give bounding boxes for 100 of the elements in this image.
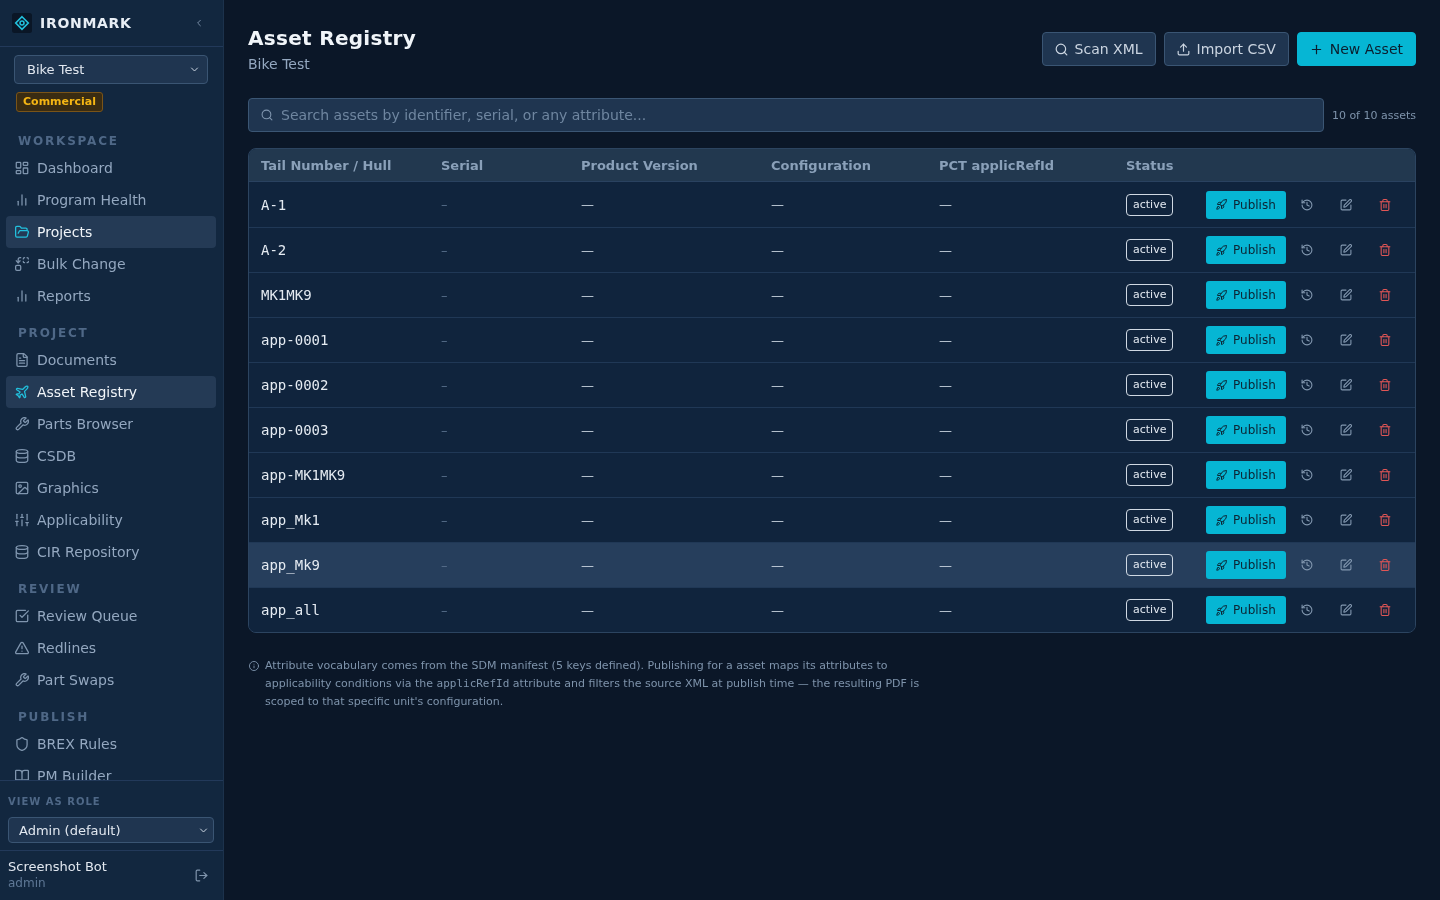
history-icon[interactable]: [1300, 334, 1313, 346]
publish-button[interactable]: Publish: [1206, 461, 1286, 489]
column-header: Product Version: [581, 157, 698, 173]
table-cell: —: [581, 467, 594, 483]
table-cell: —: [771, 422, 784, 438]
status-badge: active: [1126, 193, 1174, 216]
trash-icon[interactable]: [1378, 424, 1391, 436]
trash-icon[interactable]: [1378, 559, 1391, 571]
table-cell: —: [581, 197, 594, 212]
edit-icon[interactable]: [1339, 514, 1352, 526]
chevron-left-icon[interactable]: [194, 18, 204, 28]
edit-icon[interactable]: [1339, 379, 1352, 391]
trash-icon[interactable]: [1378, 514, 1391, 526]
table-cell: —: [939, 512, 952, 528]
sidebar-item[interactable]: Review Queue: [6, 600, 216, 632]
sidebar-item[interactable]: Dashboard: [6, 152, 216, 184]
status-badge: active: [1126, 239, 1174, 261]
history-icon[interactable]: [1300, 289, 1313, 301]
sidebar-item[interactable]: CSDB: [6, 440, 216, 472]
check-square-icon: [15, 609, 29, 623]
edit-icon[interactable]: [1339, 289, 1352, 301]
sidebar-item[interactable]: Part Swaps: [6, 664, 216, 696]
edit-icon[interactable]: [1339, 198, 1352, 211]
table-cell: —: [771, 602, 784, 618]
sidebar-item[interactable]: Documents: [6, 344, 216, 376]
sidebar-item[interactable]: BREX Rules: [6, 728, 216, 760]
new-asset-button[interactable]: New Asset: [1296, 32, 1416, 66]
edit-icon[interactable]: [1339, 424, 1352, 436]
column-header: Serial: [441, 157, 484, 173]
table-cell: app-0003: [261, 422, 329, 438]
trash-icon[interactable]: [1378, 334, 1391, 346]
sidebar-item[interactable]: Asset Registry: [6, 376, 216, 408]
trash-icon[interactable]: [1378, 244, 1391, 256]
brand-name: IRONMARK: [40, 15, 132, 31]
history-icon[interactable]: [1300, 514, 1313, 526]
sidebar-item[interactable]: Graphics: [6, 472, 216, 504]
edit-icon[interactable]: [1339, 604, 1352, 616]
table-cell: —: [939, 557, 952, 573]
publish-button[interactable]: Publish: [1206, 551, 1286, 579]
publish-button[interactable]: Publish: [1206, 326, 1286, 354]
table-cell: —: [939, 242, 952, 258]
sidebar-item[interactable]: Reports: [6, 280, 216, 312]
role-select[interactable]: Admin (default): [8, 817, 214, 843]
column-header: Tail Number / Hull: [261, 157, 392, 173]
trash-icon[interactable]: [1378, 289, 1391, 301]
edit-icon[interactable]: [1339, 469, 1352, 481]
history-icon[interactable]: [1300, 604, 1313, 616]
edit-icon[interactable]: [1339, 559, 1352, 571]
table-cell: –: [441, 197, 448, 212]
book-icon: [15, 769, 29, 780]
table-cell: app-0002: [261, 377, 329, 393]
history-icon[interactable]: [1300, 244, 1313, 256]
image-icon: [15, 481, 29, 495]
sidebar-item[interactable]: Parts Browser: [6, 408, 216, 440]
status-badge: active: [1126, 464, 1174, 486]
logo-icon: [12, 13, 32, 33]
sidebar-item[interactable]: Redlines: [6, 632, 216, 664]
history-icon[interactable]: [1300, 379, 1313, 391]
table-cell: —: [581, 557, 594, 573]
sidebar-item[interactable]: Bulk Change: [6, 248, 216, 280]
import-button[interactable]: Import CSV: [1163, 32, 1289, 66]
table-cell: —: [939, 467, 952, 483]
column-header: Status: [1126, 157, 1174, 173]
edit-icon[interactable]: [1339, 334, 1352, 346]
publish-button[interactable]: Publish: [1206, 281, 1286, 309]
project-select[interactable]: Bike Test: [14, 55, 208, 84]
history-icon[interactable]: [1300, 198, 1313, 211]
column-header: Configuration: [771, 157, 871, 173]
sidebar-item[interactable]: Applicability: [6, 504, 216, 536]
publish-button[interactable]: Publish: [1206, 190, 1286, 219]
history-icon[interactable]: [1300, 469, 1313, 481]
sidebar-item[interactable]: Program Health: [6, 184, 216, 216]
search-field[interactable]: Search assets by identifier, serial, or any attribute...: [248, 98, 1324, 132]
grid-icon: [15, 161, 29, 175]
table-cell: –: [441, 332, 448, 348]
trash-icon[interactable]: [1378, 198, 1391, 211]
upload-icon: [1176, 42, 1190, 56]
publish-button[interactable]: Publish: [1206, 416, 1286, 444]
history-icon[interactable]: [1300, 559, 1313, 571]
edit-icon[interactable]: [1339, 244, 1352, 256]
publish-button[interactable]: Publish: [1206, 596, 1286, 624]
table-cell: —: [581, 422, 594, 438]
shield-icon: [15, 737, 29, 751]
publish-button[interactable]: Publish: [1206, 236, 1286, 264]
history-icon[interactable]: [1300, 424, 1313, 436]
section-label: REVIEW: [18, 581, 83, 597]
trash-icon[interactable]: [1378, 469, 1391, 481]
trash-icon[interactable]: [1378, 379, 1391, 391]
logout-icon[interactable]: [195, 868, 208, 882]
user-role: admin: [8, 875, 47, 891]
section-label: PROJECT: [18, 325, 90, 341]
scan-button[interactable]: Scan XML: [1041, 32, 1156, 66]
dashed-square-arrow-icon: [15, 257, 29, 271]
trash-icon[interactable]: [1378, 604, 1391, 616]
user-name: Screenshot Bot: [8, 859, 107, 875]
sidebar-item[interactable]: CIR Repository: [6, 536, 216, 568]
table-cell: —: [939, 287, 952, 303]
publish-button[interactable]: Publish: [1206, 371, 1286, 399]
publish-button[interactable]: Publish: [1206, 506, 1286, 534]
sidebar-item[interactable]: Projects: [6, 216, 216, 248]
